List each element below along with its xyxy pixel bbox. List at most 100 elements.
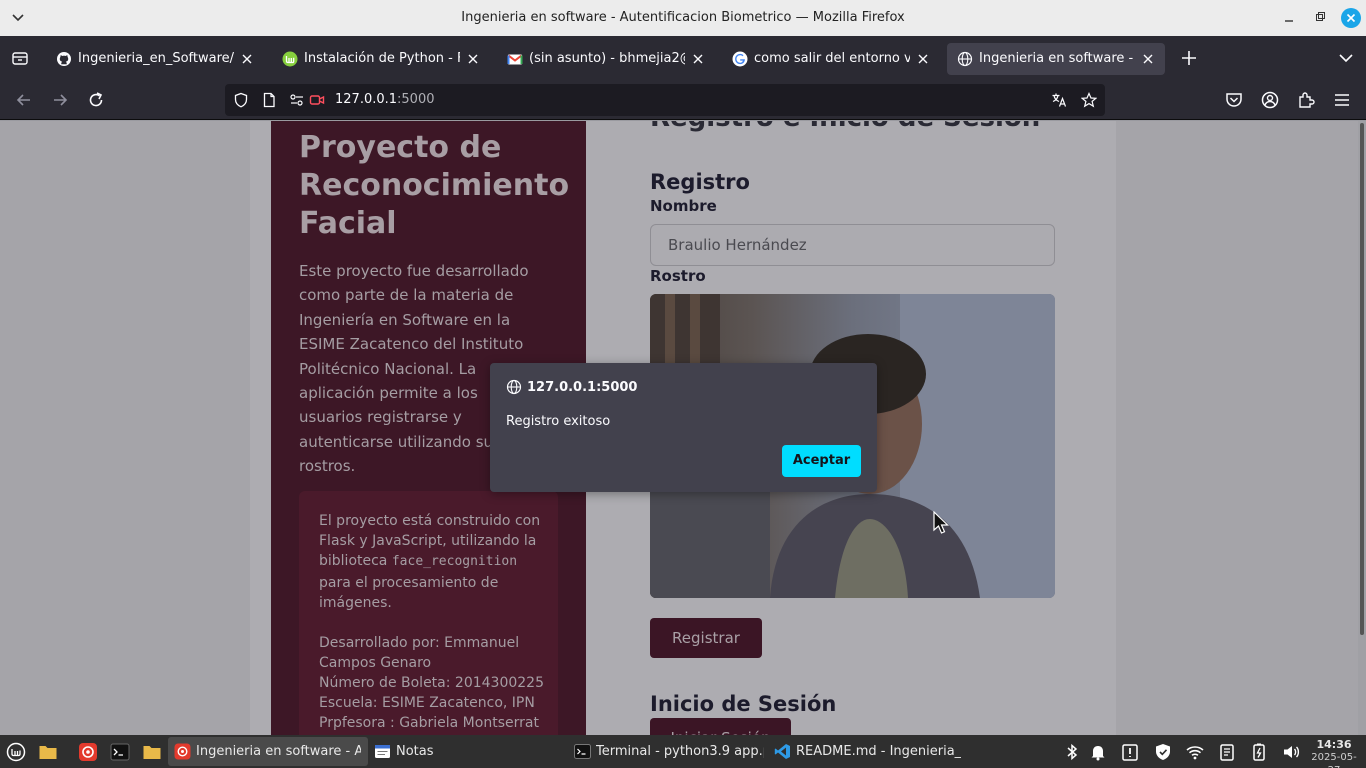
hamburger-menu-icon[interactable] (1332, 90, 1352, 110)
terminal-icon (574, 744, 591, 759)
bookmark-star-icon[interactable] (1081, 92, 1097, 108)
mint-menu-icon[interactable] (6, 742, 26, 762)
taskbar-window-terminal[interactable]: Terminal - python3.9 app.py (568, 737, 768, 766)
url-text[interactable]: 127.0.0.1:5000 (335, 92, 435, 107)
reload-icon[interactable] (86, 90, 106, 110)
credits: Desarrollado por: Emmanuel Campos Genaro… (319, 633, 551, 733)
notes-icon (375, 745, 390, 758)
dialog-origin: 127.0.0.1:5000 (527, 380, 638, 395)
boleta-line: Número de Boleta: 2014300225 (319, 675, 544, 691)
volume-icon[interactable] (1281, 742, 1301, 762)
github-icon (57, 52, 71, 66)
alert-dialog: 127.0.0.1:5000 Registro exitoso Aceptar (490, 363, 877, 492)
minimize-icon[interactable] (1279, 8, 1299, 28)
tab-bar: Ingenieria_en_Software/README Instalació… (0, 36, 1366, 80)
account-icon[interactable] (1260, 90, 1280, 110)
close-tab-icon[interactable] (240, 52, 254, 66)
bluetooth-icon[interactable] (1062, 742, 1082, 762)
wifi-icon[interactable] (1185, 742, 1205, 762)
url-port: :5000 (397, 92, 435, 107)
professor-line: Prpfesora : Gabriela Montserrat (319, 715, 539, 731)
login-button[interactable]: Iniciar Sesión (650, 718, 791, 735)
rostro-label: Rostro (650, 267, 706, 285)
camera-sharing-icon[interactable] (309, 92, 325, 108)
school-line: Escuela: ESIME Zacatenco, IPN (319, 695, 535, 711)
tab-label: Ingenieria_en_Software/README (78, 51, 234, 66)
scrollbar-thumb[interactable] (1360, 123, 1364, 635)
tab-label: (sin asunto) - bhmejia2@gmail.com (529, 51, 685, 66)
navigation-toolbar: 127.0.0.1:5000 (0, 80, 1366, 120)
tab-label: Ingenieria en software - Autentificacion (979, 51, 1135, 66)
vertical-scrollbar[interactable] (1358, 121, 1366, 735)
firefox-view-icon[interactable] (10, 48, 30, 68)
close-tab-icon[interactable] (916, 52, 930, 66)
tab-ingenieria-software[interactable]: Ingenieria en software - Autentificacion (947, 43, 1165, 75)
clock-date: 2025-05-27 (1311, 752, 1357, 768)
security-shield-icon[interactable] (1153, 742, 1173, 762)
address-bar[interactable]: 127.0.0.1:5000 (225, 84, 1105, 116)
window-title: Ingenieria en software - Autentificacion… (461, 10, 905, 25)
globe-icon (957, 51, 973, 67)
google-icon (732, 51, 748, 67)
taskbar-window-notas[interactable]: Notas (368, 737, 568, 766)
new-tab-plus-icon[interactable] (1180, 49, 1198, 67)
terminal-launcher-icon[interactable] (110, 742, 130, 762)
pocket-icon[interactable] (1224, 90, 1244, 110)
main-heading: Registro e Inicio de Sesión (650, 121, 1040, 133)
login-title: Inicio de Sesión (650, 692, 837, 716)
linux-mint-forum-icon (282, 51, 298, 67)
firefox-icon (174, 743, 191, 760)
taskbar-window-vscode[interactable]: README.md - Ingenieria_en_Software - Vis… (768, 737, 968, 766)
nombre-label: Nombre (650, 197, 717, 215)
dialog-message: Registro exitoso (506, 414, 611, 429)
tab-label: como salir del entorno virtual (754, 51, 910, 66)
maximize-icon[interactable] (1310, 8, 1330, 28)
back-arrow-icon[interactable] (14, 90, 34, 110)
taskbar-window-label: Terminal - python3.9 app.py (596, 744, 764, 759)
tab-gmail[interactable]: (sin asunto) - bhmejia2@gmail.com (497, 43, 715, 75)
close-tab-icon[interactable] (691, 52, 705, 66)
gmail-icon (507, 54, 523, 65)
permissions-icon[interactable] (289, 92, 305, 108)
tab-label: Instalación de Python - Foro de Linux Mi… (304, 51, 460, 66)
window-titlebar: Ingenieria en software - Autentificacion… (0, 0, 1366, 36)
update-manager-icon[interactable] (1120, 742, 1140, 762)
forward-arrow-icon[interactable] (50, 90, 70, 110)
taskbar-window-firefox[interactable]: Ingenieria en software - Autentificacion… (168, 737, 368, 766)
translate-icon[interactable] (1051, 92, 1067, 108)
shield-icon[interactable] (233, 92, 249, 108)
tab-python-forum[interactable]: Instalación de Python - Foro de Linux Mi… (272, 43, 490, 75)
extensions-icon[interactable] (1296, 90, 1316, 110)
info-box: El proyecto está construido con Flask y … (299, 491, 558, 735)
taskbar-window-label: Ingenieria en software - Autentificacion… (196, 744, 361, 759)
accept-button[interactable]: Aceptar (782, 445, 861, 477)
taskbar: Ingenieria en software - Autentificacion… (0, 735, 1366, 768)
clock-time: 14:36 (1316, 738, 1352, 751)
library-name: face_recognition (391, 554, 518, 570)
firefox-launcher-icon[interactable] (78, 742, 98, 762)
battery-icon[interactable] (1249, 742, 1269, 762)
tab-github-readme[interactable]: Ingenieria_en_Software/README (46, 43, 264, 75)
tech-info-text-end: para el procesamiento de imágenes. (319, 574, 499, 611)
registrar-button[interactable]: Registrar (650, 618, 762, 658)
tab-google-search[interactable]: como salir del entorno virtual (722, 43, 940, 75)
mouse-pointer-icon (933, 511, 949, 534)
url-host: 127.0.0.1 (335, 92, 398, 107)
close-window-icon[interactable] (1341, 8, 1361, 28)
clipboard-icon[interactable] (1217, 742, 1237, 762)
taskbar-window-label: README.md - Ingenieria_en_Software - Vis… (796, 744, 961, 759)
notifications-bell-icon[interactable] (1088, 742, 1108, 762)
files-launcher-icon[interactable] (142, 742, 162, 762)
nombre-input[interactable]: Braulio Hernández (650, 224, 1055, 266)
folder-icon[interactable] (38, 742, 58, 762)
sidebar-title: Proyecto de Reconocimiento Facial (299, 130, 570, 241)
developer-line: Desarrollado por: Emmanuel Campos Genaro (319, 635, 520, 671)
tech-info: El proyecto está construido con Flask y … (319, 511, 544, 613)
clock[interactable]: 14:36 2025-05-27 (1306, 738, 1362, 768)
globe-icon (506, 379, 522, 395)
close-tab-icon[interactable] (466, 52, 480, 66)
close-tab-icon[interactable] (1141, 52, 1155, 66)
registro-title: Registro (650, 170, 750, 194)
page-info-icon[interactable] (261, 92, 277, 108)
list-all-tabs-chevron-icon[interactable] (1337, 49, 1355, 67)
